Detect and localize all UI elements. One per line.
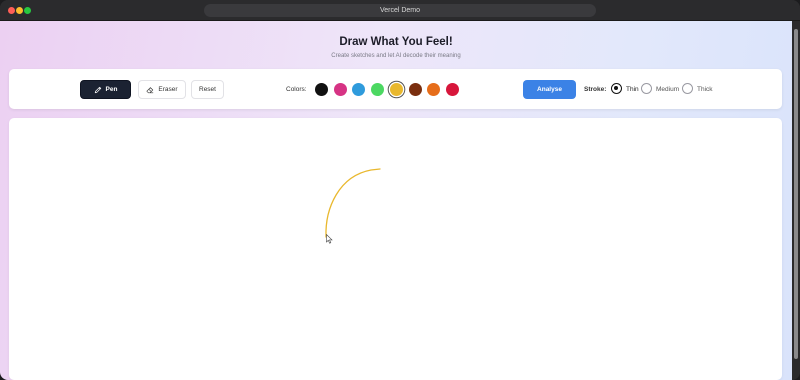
color-swatch-7[interactable] xyxy=(427,83,441,96)
drawn-stroke xyxy=(325,168,381,238)
stroke-medium-label[interactable]: Medium xyxy=(656,86,679,93)
drawing-canvas[interactable] xyxy=(9,118,782,380)
colors-label: Colors: xyxy=(286,86,307,93)
eraser-tool-button[interactable]: Eraser xyxy=(138,80,186,99)
color-swatch-3[interactable] xyxy=(352,83,366,96)
eraser-tool-label: Eraser xyxy=(158,86,178,93)
close-window-button[interactable] xyxy=(8,7,15,14)
stroke-thin-radio[interactable] xyxy=(611,83,622,94)
stroke-label: Stroke: xyxy=(584,86,607,93)
analyse-button[interactable]: Analyse xyxy=(523,80,576,99)
maximize-window-button[interactable] xyxy=(24,7,31,14)
page-subtitle: Create sketches and let AI decode their … xyxy=(331,53,461,59)
app-window: Vercel Demo Draw What You Feel! Create s… xyxy=(0,0,800,380)
color-swatch-6[interactable] xyxy=(408,83,422,96)
drawing-toolbar: Pen Eraser Reset Colors: Analyse Stroke:… xyxy=(9,69,782,109)
scrollbar-thumb[interactable] xyxy=(794,29,798,359)
sketch-layer xyxy=(325,168,381,238)
color-swatch-1[interactable] xyxy=(315,83,328,96)
pencil-icon xyxy=(94,86,101,93)
color-swatch-4[interactable] xyxy=(371,83,385,96)
stroke-medium-radio[interactable] xyxy=(641,83,652,94)
color-swatch-2[interactable] xyxy=(333,83,347,96)
stroke-thick-radio[interactable] xyxy=(682,83,693,94)
title-bar: Vercel Demo xyxy=(0,0,800,21)
minimize-window-button[interactable] xyxy=(16,7,23,14)
mouse-cursor-icon xyxy=(326,234,333,244)
stroke-thin-label[interactable]: Thin xyxy=(626,86,639,93)
color-swatch-8[interactable] xyxy=(445,83,459,96)
pen-tool-button[interactable]: Pen xyxy=(80,80,131,99)
page-content: Draw What You Feel! Create sketches and … xyxy=(0,21,792,380)
stroke-thick-label[interactable]: Thick xyxy=(697,86,713,93)
reset-label: Reset xyxy=(199,86,216,93)
color-swatch-5[interactable] xyxy=(389,83,403,96)
reset-button[interactable]: Reset xyxy=(191,80,224,99)
window-title: Vercel Demo xyxy=(204,4,596,17)
pen-tool-label: Pen xyxy=(105,86,118,93)
eraser-icon xyxy=(146,86,154,93)
vertical-scrollbar[interactable] xyxy=(792,21,800,380)
page-title: Draw What You Feel! xyxy=(339,36,453,48)
